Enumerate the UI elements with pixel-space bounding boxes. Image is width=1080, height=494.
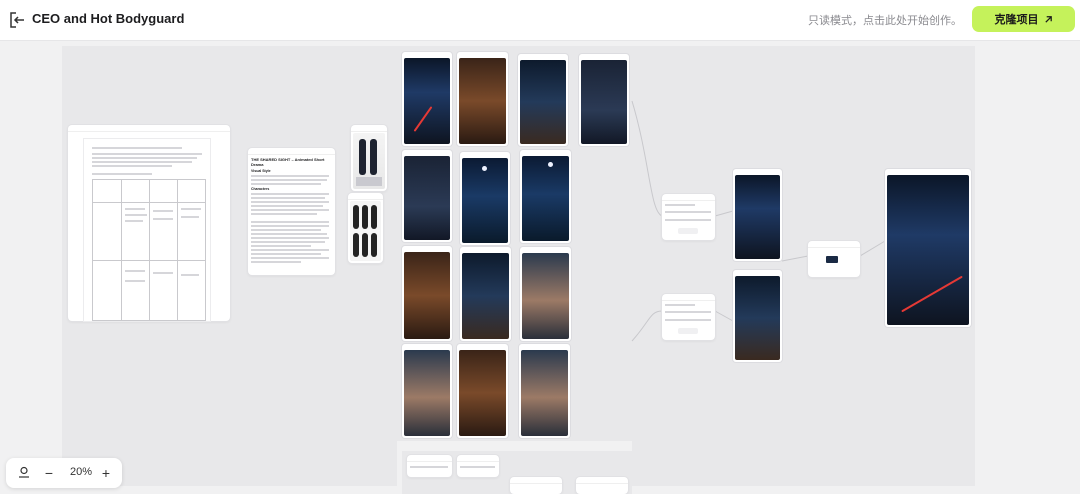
- shot-image: [887, 175, 969, 325]
- node-header: [662, 194, 715, 201]
- storyboard-shot[interactable]: [457, 344, 508, 438]
- generated-shot[interactable]: [733, 270, 782, 362]
- output-node[interactable]: [808, 241, 860, 277]
- clone-label: 克隆项目: [994, 14, 1039, 26]
- shot-image: [735, 175, 780, 259]
- panel-button[interactable]: [678, 328, 698, 334]
- clone-project-button[interactable]: 克隆项目: [972, 6, 1075, 32]
- node-header: [68, 125, 230, 132]
- shot-image: [462, 253, 509, 339]
- node-header: [248, 148, 335, 155]
- character-sheet-bodyguard[interactable]: [348, 193, 383, 263]
- character-sheet-ceo[interactable]: [351, 125, 387, 191]
- storyboard-shot[interactable]: [457, 52, 508, 146]
- storyboard-shot[interactable]: [518, 54, 568, 146]
- top-bar: CEO and Hot Bodyguard 只读模式，点击此处开始创作。 克隆项…: [0, 0, 1080, 41]
- audio-node[interactable]: [407, 455, 452, 477]
- storyboard-shot[interactable]: [402, 344, 452, 438]
- arrow-up-right-icon: [1044, 15, 1052, 23]
- storyboard-shot[interactable]: [402, 246, 452, 341]
- output-thumbnail: [826, 256, 838, 263]
- page-title: CEO and Hot Bodyguard: [32, 11, 185, 26]
- zoom-in-button[interactable]: +: [98, 465, 114, 481]
- shot-image: [735, 276, 780, 360]
- node-header: [351, 125, 387, 132]
- generated-shot[interactable]: [733, 169, 782, 261]
- shot-image: [404, 156, 450, 240]
- readonly-notice[interactable]: 只读模式，点击此处开始创作。: [808, 12, 962, 28]
- node-header: [457, 455, 499, 462]
- zoom-out-button[interactable]: −: [41, 465, 57, 481]
- back-button[interactable]: [8, 10, 28, 30]
- stage-panel[interactable]: [510, 477, 562, 494]
- stage-panel[interactable]: [662, 194, 715, 240]
- zoom-level: 20%: [70, 466, 93, 478]
- node-header: [576, 477, 628, 484]
- story-text-node[interactable]: THE SHARED SIGHT – Animated Short Drama …: [248, 148, 335, 275]
- storyboard-shot[interactable]: [460, 247, 511, 341]
- shot-image: [404, 252, 450, 339]
- stage-panel[interactable]: [662, 294, 715, 340]
- locate-pin-icon: [19, 466, 29, 478]
- story-heading: THE SHARED SIGHT – Animated Short Drama: [251, 157, 325, 167]
- minus-icon: −: [44, 465, 54, 481]
- shot-image: [404, 350, 450, 436]
- character-image: [353, 133, 385, 189]
- zoom-control: − 20% +: [6, 458, 122, 488]
- shot-image: [459, 350, 506, 436]
- panel-button[interactable]: [678, 228, 698, 234]
- node-header: [808, 241, 860, 248]
- storyboard-shot[interactable]: [520, 247, 571, 341]
- shot-image: [522, 253, 569, 339]
- script-table: [92, 179, 206, 321]
- storyboard-shot[interactable]: [520, 150, 571, 243]
- shot-image: [459, 58, 506, 144]
- shot-image: [521, 350, 568, 436]
- shot-image: [404, 58, 450, 144]
- audio-node[interactable]: [457, 455, 499, 477]
- shot-image: [520, 60, 566, 144]
- node-header: [662, 294, 715, 301]
- node-header: [348, 193, 383, 200]
- final-video[interactable]: [885, 169, 971, 327]
- shot-image: [581, 60, 627, 144]
- canvas[interactable]: THE SHARED SIGHT – Animated Short Drama …: [0, 41, 1080, 494]
- node-header: [407, 455, 452, 462]
- node-header: [510, 477, 562, 484]
- document-page: [84, 139, 210, 321]
- exit-icon: [10, 12, 24, 28]
- stage-panel[interactable]: [576, 477, 628, 494]
- storyboard-shot[interactable]: [519, 344, 570, 438]
- storyboard-shot[interactable]: [579, 54, 629, 146]
- locate-button[interactable]: [16, 465, 32, 481]
- characters-heading: Characters: [251, 187, 270, 191]
- shot-image: [462, 158, 508, 243]
- storyboard-shot[interactable]: [402, 150, 452, 242]
- character-image: [350, 201, 381, 261]
- storyboard-shot[interactable]: [460, 152, 510, 245]
- storyboard-shot[interactable]: [402, 52, 452, 146]
- visual-style-heading: Visual Style: [251, 169, 271, 173]
- script-document-node[interactable]: [68, 125, 230, 321]
- shot-image: [522, 156, 569, 241]
- plus-icon: +: [101, 465, 111, 481]
